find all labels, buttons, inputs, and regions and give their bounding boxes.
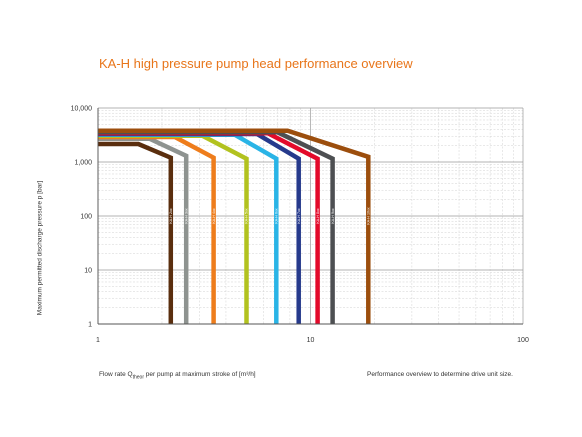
series-label: KA-H 7xx: [297, 208, 301, 223]
series-label: KA-H 6xx: [275, 208, 279, 223]
series-line: [98, 128, 371, 324]
series-layer: KA-H 2xx KA-H 3xx KA-H 4xx KA-H 5xx KA-H 6xx…: [98, 128, 371, 324]
pump-performance-chart: KA-H 2xx KA-H 3xx KA-H 4xx KA-H 5xx KA-H 6xx…: [71, 105, 529, 344]
x-tick-label: 100: [517, 337, 529, 344]
series-label: KA-H 2xx: [169, 208, 173, 223]
y-tick-label: 10: [84, 267, 92, 274]
y-tick-label: 1,000: [74, 159, 92, 166]
series-line: [98, 131, 301, 324]
series-line: [98, 141, 174, 324]
y-tick-label: 100: [80, 213, 92, 220]
y-tick-label: 1: [88, 321, 92, 328]
x-tick-label: 10: [307, 337, 315, 344]
series-label: KA-H 4xx: [212, 208, 216, 223]
x-tick-label: 1: [96, 337, 100, 344]
series-label: KA-H 9xx: [331, 208, 335, 223]
series-label: KA-H 10xx: [367, 207, 371, 224]
series-label: KA-H 3xx: [184, 208, 188, 223]
series-label: KA-H 8xx: [316, 208, 320, 223]
series-line: [98, 134, 216, 324]
y-tick-label: 10,000: [71, 105, 93, 112]
series-label: KA-H 5xx: [245, 208, 249, 223]
